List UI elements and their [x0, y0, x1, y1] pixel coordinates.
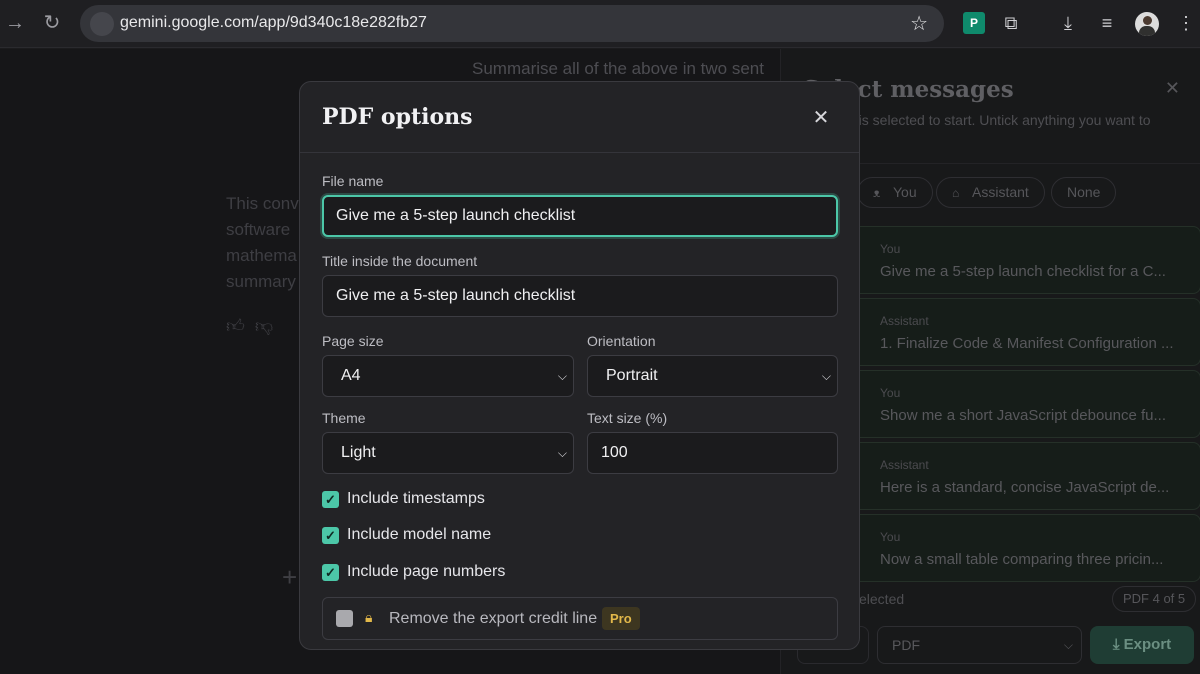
user-prompt-text: Summarise all of the above in two sent: [472, 59, 764, 78]
remove-credit-option[interactable]: 🔒︎ Remove the export credit line Pro: [322, 597, 838, 640]
text-size-label: Text size (%): [587, 410, 668, 426]
add-icon: +: [282, 562, 298, 592]
browser-toolbar: → ↻ gemini.google.com/app/9d340c18e282fb…: [0, 0, 1200, 48]
message-item[interactable]: You Give me a 5-step launch checklist fo…: [849, 226, 1200, 294]
theme-select[interactable]: Light ⌵: [322, 432, 574, 474]
site-info-icon[interactable]: [90, 12, 114, 36]
pro-badge: Pro: [602, 607, 640, 630]
response-text: This conv software mathema summary: [226, 194, 299, 291]
chip-assistant[interactable]: ⌂ Assistant: [936, 177, 1045, 208]
checkbox-checked[interactable]: ✓: [322, 564, 339, 581]
thumbs-up-icon: 👍︎: [226, 316, 245, 336]
assistant-icon: ⌂: [952, 186, 960, 200]
export-button[interactable]: ⤓ Export: [1090, 626, 1194, 664]
message-item[interactable]: You Now a small table comparing three pr…: [849, 514, 1200, 582]
chevron-down-icon: ⌵: [1063, 638, 1073, 652]
doc-title-input[interactable]: Give me a 5-step launch checklist: [322, 275, 838, 317]
more-menu-icon[interactable]: ⋮: [1175, 12, 1197, 34]
user-icon: ᴥ: [873, 186, 881, 200]
panel-subtitle: g is selected to start. Untick anything …: [847, 112, 1151, 128]
checkbox-checked[interactable]: ✓: [322, 491, 339, 508]
text-size-input[interactable]: 100: [587, 432, 838, 474]
pdf-options-dialog: PDF options ✕ File name Give me a 5-step…: [299, 81, 860, 650]
file-name-label: File name: [322, 173, 384, 189]
reading-list-icon[interactable]: ≡: [1096, 12, 1118, 34]
chip-none[interactable]: None: [1051, 177, 1117, 208]
orientation-select[interactable]: Portrait ⌵: [587, 355, 838, 397]
bookmark-star-icon[interactable]: ☆: [910, 11, 928, 36]
chip-you[interactable]: ᴥ You: [857, 177, 933, 208]
orientation-label: Orientation: [587, 333, 656, 349]
doc-title-label: Title inside the document: [322, 253, 478, 269]
reload-icon[interactable]: ↻: [39, 10, 65, 36]
format-select[interactable]: PDF ⌵: [877, 626, 1082, 664]
profile-avatar[interactable]: [1135, 12, 1159, 36]
downloads-icon[interactable]: ⤓: [1057, 12, 1079, 34]
feedback-icons: 👍︎ 👎︎: [226, 315, 273, 337]
close-icon[interactable]: ✕: [807, 104, 835, 132]
page-size-select[interactable]: A4 ⌵: [322, 355, 574, 397]
selected-count: elected: [859, 591, 905, 607]
thumbs-down-icon: 👎︎: [254, 316, 274, 336]
checkbox-checked[interactable]: ✓: [322, 527, 339, 544]
extensions-puzzle-icon[interactable]: ⧉: [1000, 12, 1022, 34]
chevron-down-icon: ⌵: [821, 369, 831, 383]
message-item[interactable]: Assistant 1. Finalize Code & Manifest Co…: [849, 298, 1200, 366]
dialog-title: PDF options: [322, 104, 473, 130]
theme-label: Theme: [322, 410, 366, 426]
lock-icon: 🔒︎: [365, 609, 373, 625]
download-icon: ⤓: [1112, 636, 1120, 653]
panel-close-icon[interactable]: ✕: [1165, 78, 1180, 99]
address-bar[interactable]: gemini.google.com/app/9d340c18e282fb27 ☆: [80, 5, 944, 42]
page-size-label: Page size: [322, 333, 384, 349]
chevron-down-icon: ⌵: [557, 369, 567, 383]
message-item[interactable]: Assistant Here is a standard, concise Ja…: [849, 442, 1200, 510]
forward-icon[interactable]: →: [2, 10, 28, 36]
checkbox-unchecked[interactable]: [336, 610, 353, 627]
message-item[interactable]: You Show me a short JavaScript debounce …: [849, 370, 1200, 438]
page-badge: PDF 4 of 5: [1112, 586, 1197, 612]
extension-icon[interactable]: P: [963, 12, 985, 34]
chevron-down-icon: ⌵: [557, 446, 567, 460]
url-text: gemini.google.com/app/9d340c18e282fb27: [120, 14, 427, 31]
file-name-input[interactable]: Give me a 5-step launch checklist: [322, 195, 838, 237]
